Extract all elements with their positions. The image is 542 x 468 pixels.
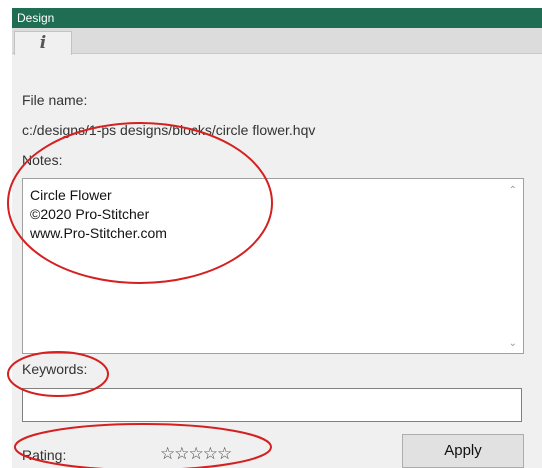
notes-text: Circle Flower ©2020 Pro-Stitcher www.Pro… xyxy=(30,187,167,241)
info-icon: i xyxy=(39,33,47,53)
file-name-value: c:/designs/1-ps designs/blocks/circle fl… xyxy=(22,122,316,138)
keywords-label: Keywords: xyxy=(22,361,88,377)
tab-strip: i xyxy=(12,28,542,55)
file-name-label: File name: xyxy=(22,92,88,108)
scroll-up-icon[interactable]: ⌃ xyxy=(509,185,517,196)
rating-label: Rating: xyxy=(22,447,67,463)
panel-title: Design xyxy=(12,8,542,28)
scroll-down-icon[interactable]: ⌄ xyxy=(509,338,517,349)
keywords-input[interactable] xyxy=(22,388,522,422)
notes-textarea[interactable]: Circle Flower ©2020 Pro-Stitcher www.Pro… xyxy=(22,178,524,354)
tab-info[interactable]: i xyxy=(14,31,72,55)
apply-button[interactable]: Apply xyxy=(402,434,524,468)
rating-stars[interactable]: ☆☆☆☆☆ xyxy=(160,444,232,464)
notes-label: Notes: xyxy=(22,152,63,168)
design-panel: Design i File name: c:/designs/1-ps desi… xyxy=(12,8,542,468)
